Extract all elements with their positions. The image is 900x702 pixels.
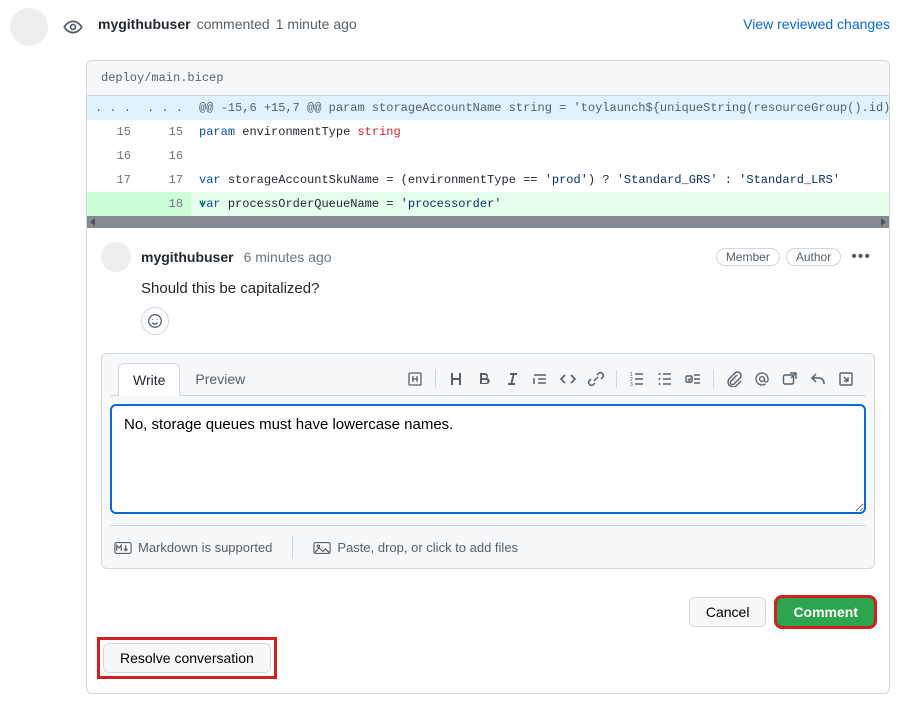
unordered-list-icon[interactable] xyxy=(657,371,673,387)
hunk-header: @@ -15,6 +15,7 @@ param storageAccountNa… xyxy=(191,96,890,120)
eye-icon xyxy=(62,16,84,38)
badge-author: Author xyxy=(786,248,841,266)
code-line: +var processOrderQueueName = 'processord… xyxy=(191,192,890,216)
line-num-new: 17 xyxy=(139,168,191,192)
resolve-conversation-button[interactable]: Resolve conversation xyxy=(103,643,271,673)
quote-icon[interactable] xyxy=(532,371,548,387)
task-list-icon[interactable] xyxy=(685,371,701,387)
badge-member: Member xyxy=(716,248,780,266)
hunk-dots: . . . xyxy=(139,96,191,120)
comment-actions-menu[interactable]: ••• xyxy=(847,248,875,266)
header-time[interactable]: 1 minute ago xyxy=(276,16,357,32)
comment-button[interactable]: Comment xyxy=(776,597,875,627)
line-num-old: 15 xyxy=(87,120,139,144)
header-action: commented xyxy=(197,16,270,32)
view-reviewed-changes-link[interactable]: View reviewed changes xyxy=(743,16,890,32)
line-num-new: 15 xyxy=(139,120,191,144)
comment-username[interactable]: mygithubuser xyxy=(141,249,234,265)
reply-icon[interactable] xyxy=(810,371,826,387)
image-icon xyxy=(313,541,331,555)
add-reaction-button[interactable] xyxy=(141,307,169,335)
svg-text:3: 3 xyxy=(630,382,633,387)
code-icon[interactable] xyxy=(560,371,576,387)
tab-preview[interactable]: Preview xyxy=(180,362,260,395)
line-num-new: 18 xyxy=(139,192,191,216)
link-icon[interactable] xyxy=(588,371,604,387)
heading-icon[interactable] xyxy=(448,371,464,387)
suggestion-icon[interactable] xyxy=(407,371,423,387)
review-thread: deploy/main.bicep . . . . . . @@ -15,6 +… xyxy=(86,60,890,694)
line-num-old: 17 xyxy=(87,168,139,192)
cross-reference-icon[interactable] xyxy=(782,371,798,387)
tab-write[interactable]: Write xyxy=(118,363,180,396)
cancel-button[interactable]: Cancel xyxy=(689,597,767,627)
file-path[interactable]: deploy/main.bicep xyxy=(87,61,889,96)
markdown-supported-link[interactable]: Markdown is supported xyxy=(114,540,272,555)
comment-time[interactable]: 6 minutes ago xyxy=(244,249,332,265)
italic-icon[interactable] xyxy=(504,371,520,387)
horizontal-scrollbar[interactable] xyxy=(87,216,889,228)
mention-icon[interactable] xyxy=(754,371,770,387)
code-line xyxy=(191,144,890,168)
avatar[interactable] xyxy=(10,8,48,46)
line-num-new: 16 xyxy=(139,144,191,168)
header-username[interactable]: mygithubuser xyxy=(98,16,191,32)
line-num-old: 16 xyxy=(87,144,139,168)
line-num-old xyxy=(87,192,139,216)
hunk-dots: . . . xyxy=(87,96,139,120)
code-line: var storageAccountSkuName = (environment… xyxy=(191,168,890,192)
attach-icon[interactable] xyxy=(726,371,742,387)
ordered-list-icon[interactable]: 123 xyxy=(629,371,645,387)
bold-icon[interactable] xyxy=(476,371,492,387)
reply-textarea[interactable]: No, storage queues must have lowercase n… xyxy=(110,404,866,514)
code-line: param environmentType string xyxy=(191,120,890,144)
comment-body: Should this be capitalized? xyxy=(141,280,875,297)
attach-files-link[interactable]: Paste, drop, or click to add files xyxy=(313,540,518,555)
reply-box: Write Preview 123 xyxy=(101,353,875,569)
markdown-icon xyxy=(114,541,132,555)
expand-icon[interactable] xyxy=(838,371,854,387)
comment-avatar[interactable] xyxy=(101,242,131,272)
smiley-icon xyxy=(147,313,163,329)
diff-table: . . . . . . @@ -15,6 +15,7 @@ param stor… xyxy=(87,96,890,216)
